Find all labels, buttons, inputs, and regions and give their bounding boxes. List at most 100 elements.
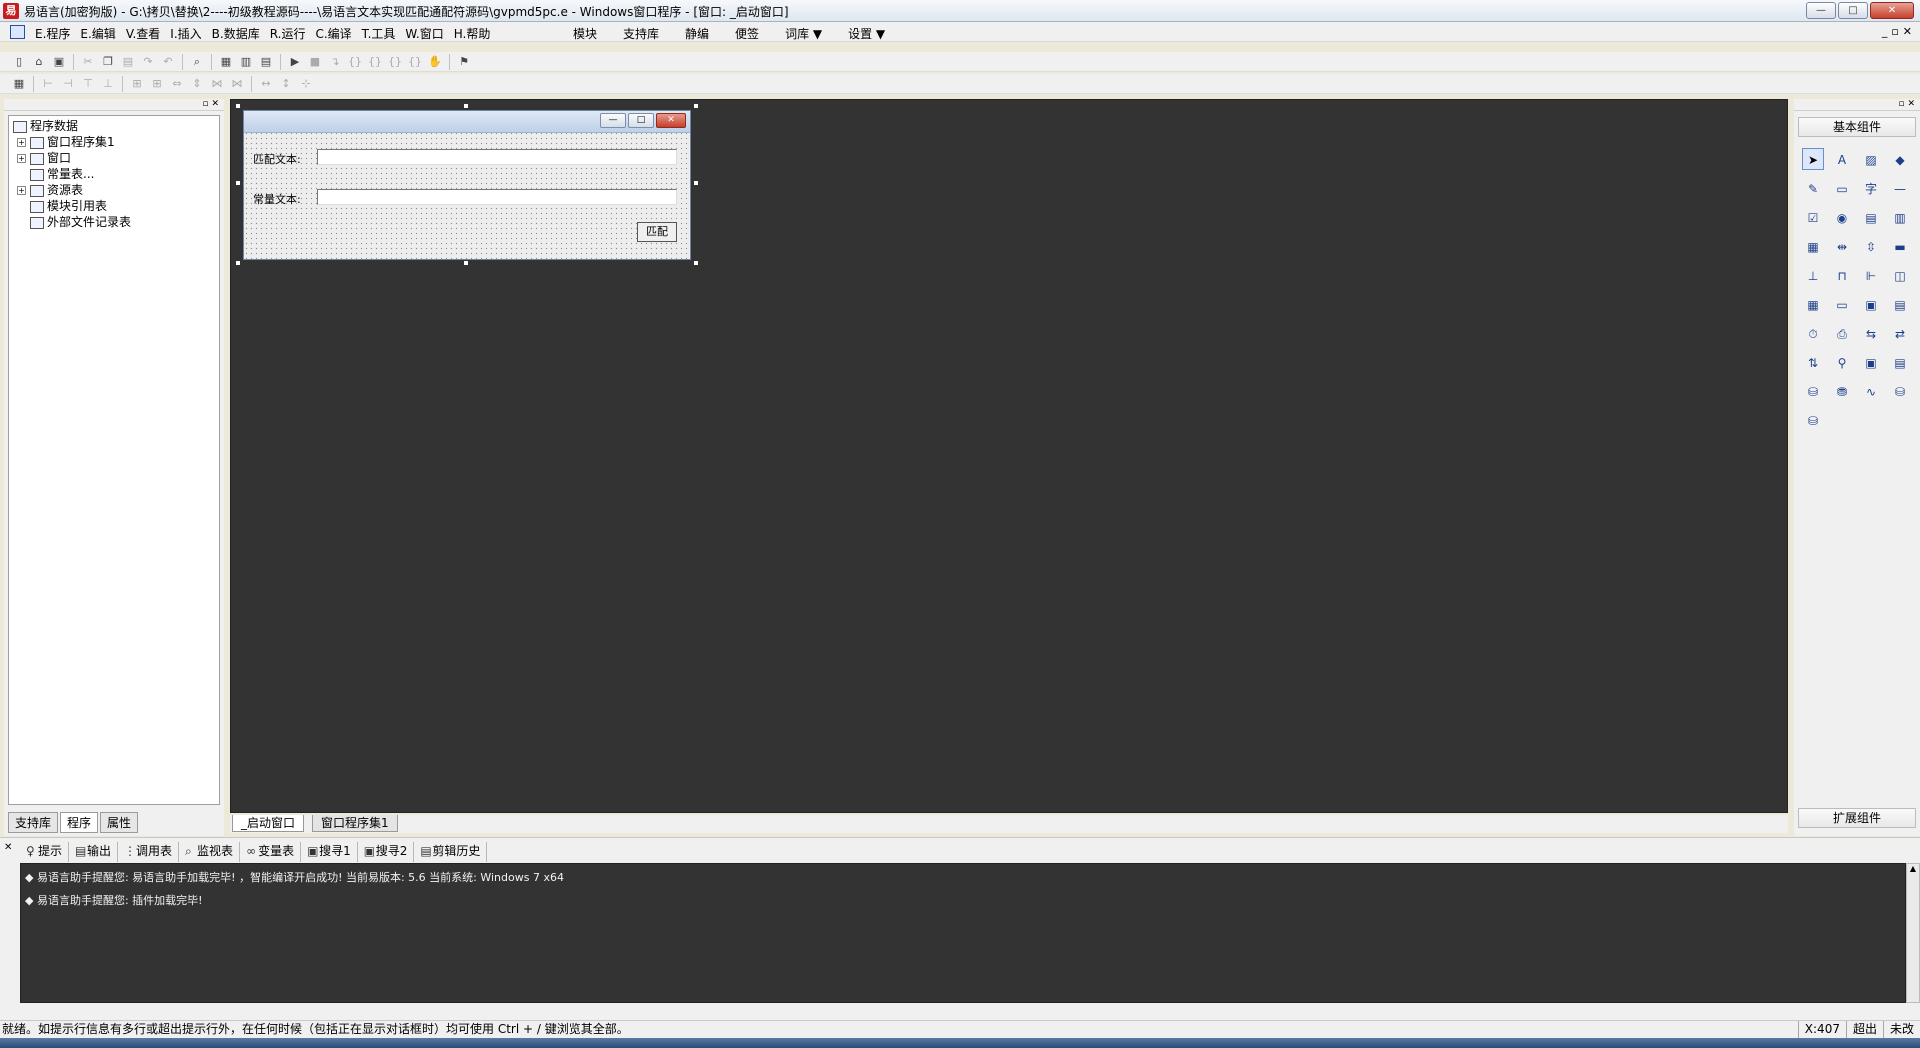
align-left-icon[interactable]: ⊢ [39, 76, 57, 92]
tree-icon[interactable]: ⊩ [1860, 264, 1882, 286]
minimize-button[interactable]: — [1806, 2, 1836, 19]
expand-icon[interactable]: + [17, 138, 26, 147]
space-v-icon[interactable]: ⋈ [228, 76, 246, 92]
odbc-icon[interactable]: ⛃ [1831, 380, 1853, 402]
vscroll-icon[interactable]: ⇳ [1860, 235, 1882, 257]
picture-icon[interactable]: ▨ [1860, 148, 1882, 170]
tree-item-resources[interactable]: + 资源表 [13, 182, 215, 198]
client-icon[interactable]: ⇆ [1860, 322, 1882, 344]
open-folder-icon[interactable]: ⌂ [30, 54, 48, 70]
tab-hint[interactable]: ♀ 提示 [20, 842, 70, 862]
menu-window[interactable]: W.窗口 [400, 25, 448, 42]
expand-icon[interactable]: + [17, 186, 26, 195]
center-h-icon[interactable]: ⊞ [128, 76, 146, 92]
grid-icon[interactable]: ▦ [1802, 235, 1824, 257]
step-into-icon[interactable]: {} [346, 54, 364, 70]
port-icon[interactable]: ⇅ [1802, 351, 1824, 373]
expand-icon[interactable]: + [17, 154, 26, 163]
constant-text-input[interactable] [317, 189, 677, 205]
layout3-icon[interactable]: ▤ [257, 54, 275, 70]
tab-watch[interactable]: ⌕ 监视表 [179, 842, 241, 862]
status-icon[interactable]: ⚲ [1831, 351, 1853, 373]
combobox-icon[interactable]: ▥ [1889, 206, 1911, 228]
ddx-icon[interactable]: ▣ [1860, 293, 1882, 315]
form-maximize-button[interactable]: □ [628, 113, 654, 128]
tab-output[interactable]: ▤输出 [69, 842, 119, 862]
match-button[interactable]: 匹配 [637, 222, 677, 242]
width-icon[interactable]: ↔ [257, 76, 275, 92]
menu-lexicon[interactable]: 词库 ▼ [772, 25, 835, 42]
tab-call-stack[interactable]: ⋮调用表 [118, 842, 180, 862]
tree-item-window[interactable]: + 窗口 [13, 150, 215, 166]
helper-icon[interactable]: ⚑ [455, 54, 473, 70]
form-minimize-button[interactable]: — [600, 113, 626, 128]
tree-item-program-data[interactable]: 程序数据 [13, 118, 215, 134]
menu-edit[interactable]: E.编辑 [75, 25, 120, 42]
output-close-icon[interactable]: ✕ [4, 842, 12, 853]
run-to-icon[interactable]: {} [406, 54, 424, 70]
menu-program[interactable]: E.程序 [30, 25, 75, 42]
same-height-icon[interactable]: ⇕ [188, 76, 206, 92]
align-bottom-icon[interactable]: ⊥ [99, 76, 117, 92]
tree-item-window-set[interactable]: + 窗口程序集1 [13, 134, 215, 150]
menu-tools[interactable]: T.工具 [357, 25, 401, 42]
menu-support-lib[interactable]: 支持库 [610, 25, 672, 42]
form-designer[interactable]: — □ ✕ 匹配文本: 常量文本: 匹配 [230, 99, 1788, 813]
tab-search1[interactable]: ▣搜寻1 [301, 842, 358, 862]
save-icon[interactable]: ▣ [50, 54, 68, 70]
tab-clip-history[interactable]: ▤剪辑历史 [414, 842, 488, 862]
filebox-icon[interactable]: ▤ [1889, 293, 1911, 315]
calculator-icon[interactable]: ▦ [10, 76, 28, 92]
panel-controls[interactable]: ▫✕ [1898, 99, 1918, 109]
printer-icon[interactable]: ▭ [1831, 293, 1853, 315]
height-icon[interactable]: ↕ [277, 76, 295, 92]
basic-components-header[interactable]: 基本组件 [1798, 117, 1916, 137]
tab-properties[interactable]: 属性 [100, 812, 139, 833]
table-icon[interactable]: ▣ [1860, 351, 1882, 373]
output-text-area[interactable]: ◆ 易语言助手提醒您: 易语言助手加载完毕! ，智能编译开启成功! 当前易版本:… [20, 863, 1906, 1003]
clock-icon[interactable]: ▦ [1802, 293, 1824, 315]
cut-icon[interactable]: ✂ [79, 54, 97, 70]
mdi-minimize-button[interactable]: _ [1882, 25, 1888, 38]
resize-handle[interactable] [463, 260, 469, 266]
match-text-input[interactable] [317, 149, 677, 165]
layout2-icon[interactable]: ▥ [237, 54, 255, 70]
resize-handle[interactable] [463, 103, 469, 109]
close-button[interactable]: ✕ [1870, 2, 1914, 19]
tree-item-external-files[interactable]: 外部文件记录表 [13, 214, 215, 230]
center-v-icon[interactable]: ⊞ [148, 76, 166, 92]
menu-settings[interactable]: 设置 ▼ [835, 25, 898, 42]
progress-icon[interactable]: ▬ [1889, 235, 1911, 257]
extended-components-header[interactable]: 扩展组件 [1798, 808, 1916, 828]
resize-handle[interactable] [235, 260, 241, 266]
form-close-button[interactable]: ✕ [656, 113, 686, 128]
tab-window-set[interactable]: 窗口程序集1 [312, 815, 398, 832]
menu-database[interactable]: B.数据库 [207, 25, 265, 42]
align-right-icon[interactable]: ⊣ [59, 76, 77, 92]
tree-item-module-refs[interactable]: 模块引用表 [13, 198, 215, 214]
label-icon[interactable]: A [1831, 148, 1853, 170]
menu-run[interactable]: R.运行 [265, 25, 311, 42]
tab-startup-window[interactable]: _启动窗口 [232, 815, 305, 832]
tab-search2[interactable]: ▣搜寻2 [358, 842, 415, 862]
menu-help[interactable]: H.帮助 [449, 25, 496, 42]
listbox-icon[interactable]: ▤ [1860, 206, 1882, 228]
tab-support-lib[interactable]: 支持库 [8, 812, 59, 833]
new-file-icon[interactable]: ▯ [10, 54, 28, 70]
resize-handle[interactable] [235, 180, 241, 186]
startup-window-form[interactable]: — □ ✕ 匹配文本: 常量文本: 匹配 [243, 110, 691, 260]
copy-icon[interactable]: ❐ [99, 54, 117, 70]
menu-view[interactable]: V.查看 [121, 25, 165, 42]
panel-controls[interactable]: ▫✕ [202, 99, 222, 109]
hand-icon[interactable]: ✋ [426, 54, 444, 70]
db-icon[interactable]: ⛁ [1802, 380, 1824, 402]
odbc3-icon[interactable]: ⛁ [1802, 409, 1824, 431]
stop-icon[interactable]: ■ [306, 54, 324, 70]
resize-handle[interactable] [693, 103, 699, 109]
slider-icon[interactable]: ⊥ [1802, 264, 1824, 286]
font-icon[interactable]: 字 [1860, 177, 1882, 199]
menu-module[interactable]: 模块 [560, 25, 610, 42]
find-icon[interactable]: ⌕ [188, 54, 206, 70]
shape-icon[interactable]: ◆ [1889, 148, 1911, 170]
mdi-document-icon[interactable] [10, 25, 25, 39]
